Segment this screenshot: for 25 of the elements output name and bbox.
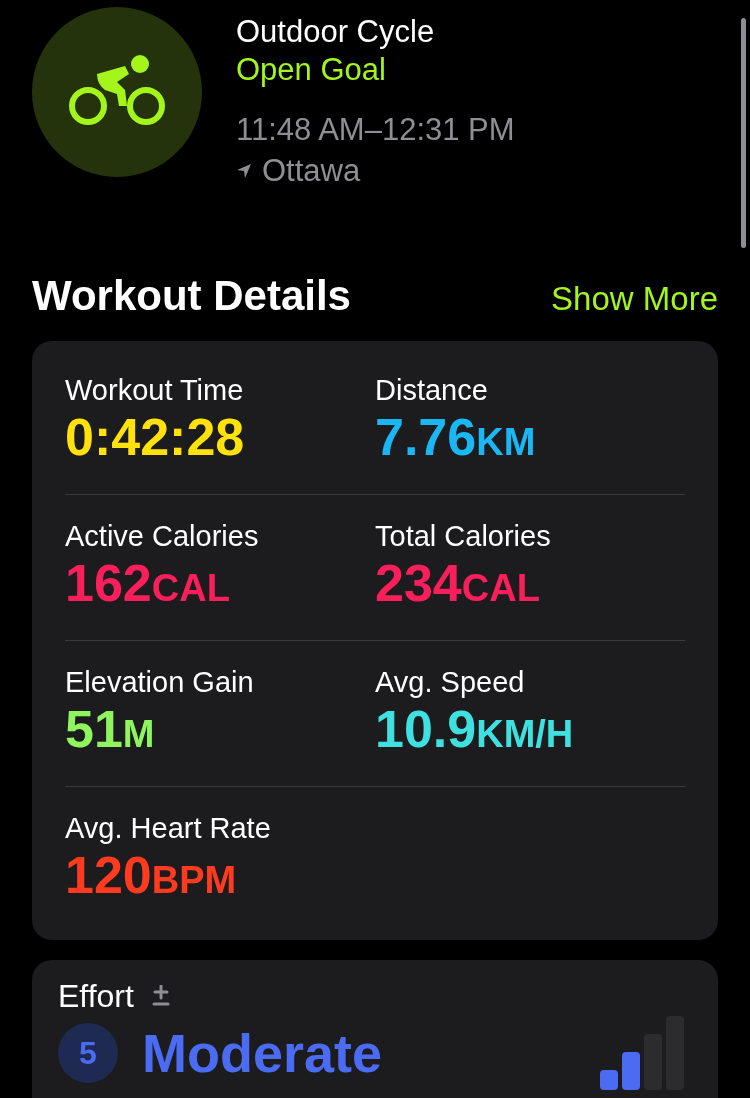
metric-label: Active Calories	[65, 519, 260, 554]
metric-value: 51M	[65, 700, 156, 760]
metric-value: 7.76KM	[375, 408, 537, 468]
metric-label: Total Calories	[375, 519, 552, 554]
workout-location: Ottawa	[262, 152, 361, 190]
location-arrow-icon	[236, 163, 252, 179]
metric-value: 10.9KM/H	[375, 700, 575, 760]
metric-value: 120BPM	[65, 846, 238, 906]
workout-time: 11:48 AM–12:31 PM	[236, 111, 515, 149]
section-heading: Workout Details	[32, 271, 351, 321]
metric-label: Avg. Heart Rate	[65, 811, 272, 846]
metric-label: Elevation Gain	[65, 665, 255, 700]
effort-score: 5	[58, 1023, 118, 1083]
metric-value: 162CAL	[65, 554, 231, 614]
workout-title: Outdoor Cycle	[236, 13, 436, 51]
workout-goal: Open Goal	[236, 51, 387, 89]
metric-label: Avg. Speed	[375, 665, 526, 700]
show-more-link[interactable]: Show More	[551, 277, 718, 321]
metric-value: 0:42:28	[65, 408, 246, 466]
effort-title: Effort	[58, 977, 134, 1016]
plus-minus-icon	[151, 985, 170, 1007]
effort-rating: Moderate	[142, 1022, 383, 1084]
metric-label: Distance	[375, 373, 489, 408]
metric-value: 234CAL	[375, 554, 541, 614]
metric-label: Workout Time	[65, 373, 245, 408]
